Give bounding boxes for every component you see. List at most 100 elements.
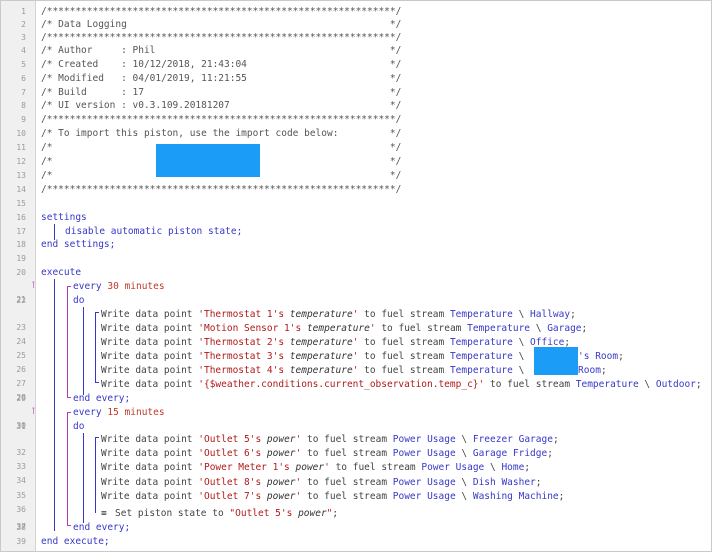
end-every-keyword[interactable]: end every; <box>73 521 130 534</box>
write-statement[interactable]: Write data point 'Outlet 5's power' to f… <box>101 433 559 446</box>
write-statement[interactable]: Write data point 'Outlet 6's power' to f… <box>101 447 553 460</box>
code-line: 14 /*************************************… <box>1 183 711 196</box>
device-name: Outlet 8 <box>203 477 250 488</box>
code-line: 32 Write data point 'Outlet 5's power' t… <box>1 433 711 457</box>
expression-text: {$weather.conditions.current_observation… <box>203 379 479 390</box>
write-statement[interactable]: Write data point 'Motion Sensor 1's temp… <box>101 322 587 335</box>
code-editor[interactable]: 1 /**************************************… <box>0 0 712 552</box>
code-line: 11/* */ <box>1 141 711 154</box>
interval-value: 30 <box>107 281 119 292</box>
line-number: 17 <box>16 227 26 236</box>
code-line: 3 /**************************************… <box>1 31 711 44</box>
comment-text: /***************************************… <box>41 184 402 195</box>
settings-statement[interactable]: disable automatic piston state; <box>65 225 242 238</box>
possessive: 's <box>272 365 290 376</box>
code-line: 1 /**************************************… <box>1 5 711 18</box>
do-keyword[interactable]: do <box>73 420 84 433</box>
device-name: Thermostat 1 <box>203 309 273 320</box>
stream-category: Power Usage <box>392 491 456 502</box>
stream-name: Home <box>501 462 525 473</box>
comment-text: /***************************************… <box>41 32 402 43</box>
semicolon: ; <box>695 379 702 390</box>
every-keyword: every <box>73 407 102 418</box>
code-line: 25 Write data point 'Thermostat 2's temp… <box>1 336 711 360</box>
device-name: Outlet 5 <box>235 508 281 519</box>
line-number: 6 <box>21 74 26 83</box>
execute-keyword[interactable]: execute <box>41 266 81 279</box>
semicolon: ; <box>535 477 542 488</box>
attribute-name: power <box>298 508 327 519</box>
code-line: 7 /* Build : 17 */ <box>1 86 711 99</box>
end-every-keyword[interactable]: end every; <box>73 392 130 405</box>
line-number: 4 <box>21 46 26 55</box>
comment-text: /***************************************… <box>41 6 402 17</box>
semicolon: ; <box>618 351 624 362</box>
line-number: 5 <box>21 60 26 69</box>
code-line: 22 do <box>1 294 711 307</box>
comment-text: /* Modified : 04/01/2019, 11:21:55 */ <box>41 73 402 84</box>
settings-keyword[interactable]: settings <box>41 211 87 224</box>
device-name: Thermostat 3 <box>203 351 273 362</box>
device-name: Thermostat 4 <box>203 365 273 376</box>
code-line: 16 settings <box>1 211 711 224</box>
write-verb: Write data point <box>101 477 199 488</box>
code-line: 27 Write data point 'Thermostat 4's temp… <box>1 364 711 388</box>
fuel-stream-text: to fuel stream <box>329 462 422 473</box>
settings-end-keyword[interactable]: end settings; <box>41 238 115 251</box>
code-line: 20 execute <box>1 266 711 279</box>
every-statement[interactable]: every 30 minutes <box>73 280 165 293</box>
code-line: 31 do <box>1 420 711 433</box>
semicolon: ; <box>552 434 559 445</box>
separator: \ <box>455 448 473 459</box>
line-number: 29 <box>16 394 26 403</box>
fuel-stream-text: to fuel stream <box>301 434 393 445</box>
write-statement[interactable]: Write data point 'Thermostat 1's tempera… <box>101 308 576 321</box>
device-name: Motion Sensor 1 <box>203 323 290 334</box>
stream-category: Power Usage <box>392 448 456 459</box>
code-line: 30 ⊺ every 15 minutes <box>1 406 711 430</box>
fuel-stream-text: to fuel stream <box>301 448 393 459</box>
stream-category: Temperature <box>575 379 639 390</box>
semicolon: ; <box>547 448 553 459</box>
do-keyword[interactable]: do <box>73 294 84 307</box>
code-line: 17 disable automatic piston state; <box>1 225 711 238</box>
possessive: 's <box>249 448 267 459</box>
write-statement[interactable]: Write data point 'Thermostat 4's tempera… <box>101 364 607 377</box>
write-statement[interactable]: Write data point 'Power Meter 1's power'… <box>101 461 530 474</box>
line-number: 7 <box>21 88 26 97</box>
possessive: 's <box>249 434 267 445</box>
stream-category: Temperature <box>449 309 513 320</box>
code-line: 9 /**************************************… <box>1 113 711 126</box>
set-state-statement[interactable]: Set piston state to "Outlet 5's power"; <box>115 507 338 520</box>
separator: \ <box>455 434 473 445</box>
separator: \ <box>512 309 531 320</box>
line-number: 18 <box>16 240 26 249</box>
stream-category: Power Usage <box>392 434 456 445</box>
write-statement[interactable]: Write data point 'Outlet 8's power' to f… <box>101 476 542 489</box>
interval-value: 15 <box>107 407 119 418</box>
device-name: Power Meter 1 <box>203 462 279 473</box>
every-statement[interactable]: every 15 minutes <box>73 406 165 419</box>
code-line: 26 Write data point 'Thermostat 3's temp… <box>1 350 711 374</box>
line-number: 16 <box>16 213 26 222</box>
write-verb: Write data point <box>101 365 199 376</box>
write-statement[interactable]: Write data point '{$weather.conditions.c… <box>101 378 702 391</box>
attribute-name: power <box>266 448 296 459</box>
device-name: Outlet 5 <box>203 434 250 445</box>
write-statement[interactable]: Write data point 'Outlet 7's power' to f… <box>101 490 564 503</box>
attribute-name: temperature <box>289 309 353 320</box>
write-statement[interactable]: Write data point 'Thermostat 2's tempera… <box>101 336 570 349</box>
line-number: 11 <box>16 143 26 152</box>
write-verb: Write data point <box>101 309 199 320</box>
stream-name: Garage <box>547 323 582 334</box>
write-verb: Write data point <box>101 379 199 390</box>
code-line: 6 /* Modified : 04/01/2019, 11:21:55 */ <box>1 72 711 85</box>
end-execute-keyword[interactable]: end execute; <box>41 535 110 548</box>
code-line: 28 Write data point '{$weather.condition… <box>1 378 711 402</box>
code-line: 24 Write data point 'Motion Sensor 1's t… <box>1 322 711 346</box>
attribute-name: temperature <box>289 337 353 348</box>
comment-text: /* To import this piston, use the import… <box>41 128 402 139</box>
stream-category: Temperature <box>449 351 513 362</box>
attribute-name: temperature <box>289 365 353 376</box>
fuel-stream-text: to fuel stream <box>375 323 468 334</box>
